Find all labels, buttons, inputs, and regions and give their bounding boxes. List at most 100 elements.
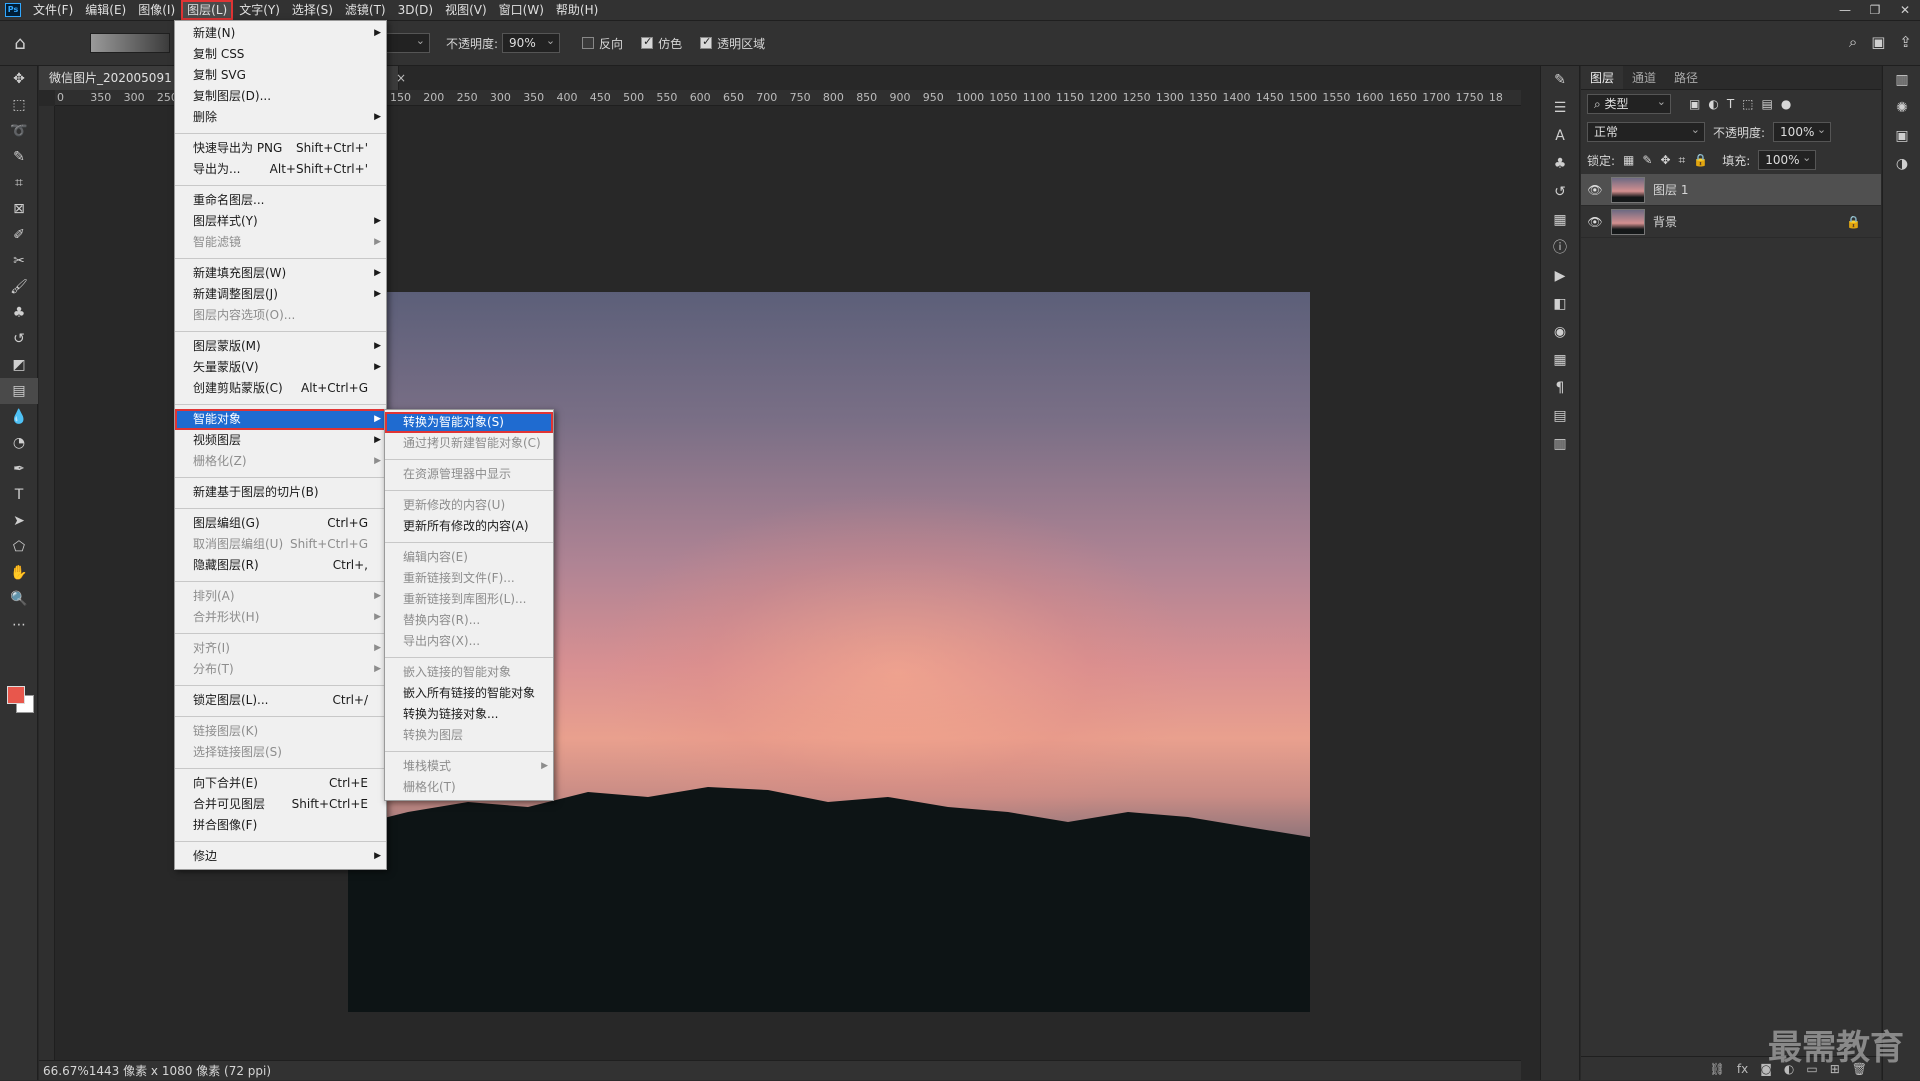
menu-edit[interactable]: 编辑(E): [79, 0, 132, 20]
lock-transparent-icon[interactable]: ▦: [1623, 153, 1634, 167]
clone-source-icon[interactable]: ♣: [1541, 150, 1579, 178]
notes-icon[interactable]: ▤: [1541, 402, 1579, 430]
gradient-preview[interactable]: [90, 33, 170, 53]
eraser-tool-icon[interactable]: ◩: [0, 352, 38, 378]
adjustments-icon[interactable]: ◑: [1883, 150, 1920, 178]
smart-object-menu-item[interactable]: 编辑内容(E): [385, 547, 553, 568]
workspace-icon[interactable]: ▣: [1871, 33, 1885, 51]
gradient-tool-icon[interactable]: ▤: [0, 378, 38, 404]
adjust-icon[interactable]: ☰: [1541, 94, 1579, 122]
menu-select[interactable]: 选择(S): [286, 0, 339, 20]
menu-window[interactable]: 窗口(W): [493, 0, 550, 20]
smart-object-menu-item[interactable]: 转换为链接对象...: [385, 704, 553, 725]
histogram-icon[interactable]: ▥: [1883, 66, 1920, 94]
menu-3d[interactable]: 3D(D): [392, 0, 439, 20]
fx-icon[interactable]: fx: [1737, 1062, 1748, 1076]
layer-menu-item[interactable]: 锁定图层(L)... Ctrl+/: [175, 690, 386, 711]
history-brush-icon[interactable]: ↺: [0, 326, 38, 352]
lock-artboard-icon[interactable]: ⌗: [1679, 153, 1686, 168]
healing-tool-icon[interactable]: ✂: [0, 248, 38, 274]
eye-icon[interactable]: 👁: [1587, 183, 1603, 197]
reverse-checkbox[interactable]: [582, 37, 595, 49]
menu-image[interactable]: 图像(I): [132, 0, 181, 20]
quick-select-tool-icon[interactable]: ✎: [0, 144, 38, 170]
stamp-tool-icon[interactable]: ♣: [0, 300, 38, 326]
smart-object-menu-item[interactable]: 更新修改的内容(U): [385, 495, 553, 516]
history-icon[interactable]: ↺: [1541, 178, 1579, 206]
layer-menu-item[interactable]: 对齐(I) ▶: [175, 638, 386, 659]
libraries-icon[interactable]: ▣: [1883, 122, 1920, 150]
path-select-tool-icon[interactable]: ➤: [0, 508, 38, 534]
layer-menu-item[interactable]: 新建(N) ▶: [175, 23, 386, 44]
navigator-icon[interactable]: ✺: [1883, 94, 1920, 122]
tab-paths[interactable]: 路径: [1665, 66, 1707, 89]
layer-menu-item[interactable]: 合并可见图层 Shift+Ctrl+E: [175, 794, 386, 815]
smart-object-menu-item[interactable]: 重新链接到文件(F)...: [385, 568, 553, 589]
blur-tool-icon[interactable]: 💧: [0, 404, 38, 430]
smart-object-menu-item[interactable]: 堆栈模式 ▶: [385, 756, 553, 777]
smart-object-menu-item[interactable]: 重新链接到库图形(L)...: [385, 589, 553, 610]
crop-tool-icon[interactable]: ⌗: [0, 170, 38, 196]
table-icon[interactable]: ▦: [1541, 346, 1579, 374]
filter-pixel-icon[interactable]: ▣: [1689, 97, 1700, 111]
search-icon[interactable]: ⌕: [1849, 33, 1857, 51]
smart-object-menu-item[interactable]: 通过拷贝新建智能对象(C): [385, 433, 553, 454]
layer-menu-item[interactable]: 图层内容选项(O)...: [175, 305, 386, 326]
smart-object-menu-item[interactable]: 转换为图层: [385, 725, 553, 746]
close-icon[interactable]: ✕: [1890, 0, 1920, 20]
opacity-input[interactable]: 90%: [502, 32, 561, 53]
glyphs-icon[interactable]: ▥: [1541, 430, 1579, 458]
share-icon[interactable]: ⇪: [1899, 33, 1912, 51]
layer-filter-dropdown[interactable]: ⌕ 类型: [1587, 93, 1671, 114]
dither-checkbox[interactable]: [641, 35, 654, 49]
lasso-tool-icon[interactable]: ➰: [0, 118, 38, 144]
foreground-color-swatch[interactable]: [7, 686, 25, 704]
more-tools-icon[interactable]: ⋯: [0, 612, 38, 638]
lock-all-icon[interactable]: 🔒: [1693, 153, 1708, 167]
paragraph-icon[interactable]: ¶: [1541, 374, 1579, 402]
layer-menu-item[interactable]: 智能对象 ▶: [175, 409, 386, 430]
layer-menu-item[interactable]: 创建剪贴蒙版(C) Alt+Ctrl+G: [175, 378, 386, 399]
eye-icon[interactable]: 👁: [1587, 215, 1603, 229]
tab-layers[interactable]: 图层: [1581, 66, 1624, 89]
lock-pixels-icon[interactable]: ✎: [1642, 153, 1652, 167]
layer-menu-item[interactable]: 隐藏图层(R) Ctrl+,: [175, 555, 386, 576]
menu-help[interactable]: 帮助(H): [550, 0, 604, 20]
character-icon[interactable]: A: [1541, 122, 1579, 150]
layer-menu-item[interactable]: 智能滤镜 ▶: [175, 232, 386, 253]
tab-channels[interactable]: 通道: [1623, 66, 1665, 89]
layer-row-layer1[interactable]: 👁 图层 1: [1581, 174, 1881, 206]
info-icon[interactable]: ⓘ: [1541, 234, 1579, 262]
layer-row-background[interactable]: 👁 背景 🔒: [1581, 206, 1881, 238]
layer-menu-item[interactable]: 向下合并(E) Ctrl+E: [175, 773, 386, 794]
hand-tool-icon[interactable]: ✋: [0, 560, 38, 586]
smart-object-menu-item[interactable]: 嵌入所有链接的智能对象: [385, 683, 553, 704]
blend-mode-dropdown[interactable]: 正常: [1587, 121, 1705, 142]
brush-tool-icon[interactable]: 🖌: [0, 274, 38, 300]
menu-type[interactable]: 文字(Y): [233, 0, 286, 20]
smart-object-menu-item[interactable]: 替换内容(R)...: [385, 610, 553, 631]
lock-position-icon[interactable]: ✥: [1660, 153, 1670, 167]
tab-close-icon[interactable]: ×: [396, 71, 406, 85]
layer-menu-item[interactable]: 修边 ▶: [175, 846, 386, 867]
layer-menu-item[interactable]: 排列(A) ▶: [175, 586, 386, 607]
smart-object-menu-item[interactable]: 栅格化(T): [385, 777, 553, 798]
layer-opacity-input[interactable]: 100%: [1773, 121, 1832, 142]
pen-tool-icon[interactable]: ✒: [0, 456, 38, 482]
layer-menu-item[interactable]: 删除 ▶: [175, 107, 386, 128]
layer-menu-item[interactable]: 图层蒙版(M) ▶: [175, 336, 386, 357]
transparency-checkbox[interactable]: [700, 35, 713, 49]
actions-play-icon[interactable]: ▶: [1541, 262, 1579, 290]
layer-menu-item[interactable]: 导出为... Alt+Shift+Ctrl+': [175, 159, 386, 180]
layer-menu-item[interactable]: 图层样式(Y) ▶: [175, 211, 386, 232]
filter-toggle-icon[interactable]: ●: [1781, 97, 1791, 111]
brush-settings-icon[interactable]: ✎: [1541, 66, 1579, 94]
layer-menu-item[interactable]: 选择链接图层(S): [175, 742, 386, 763]
smart-object-menu-item[interactable]: 导出内容(X)...: [385, 631, 553, 652]
smart-object-menu-item[interactable]: 更新所有修改的内容(A): [385, 516, 553, 537]
layer-menu-item[interactable]: 取消图层编组(U) Shift+Ctrl+G: [175, 534, 386, 555]
dodge-tool-icon[interactable]: ◔: [0, 430, 38, 456]
layer-menu-item[interactable]: 栅格化(Z) ▶: [175, 451, 386, 472]
shape-tool-icon[interactable]: ⬠: [0, 534, 38, 560]
swatches-icon[interactable]: ◧: [1541, 290, 1579, 318]
